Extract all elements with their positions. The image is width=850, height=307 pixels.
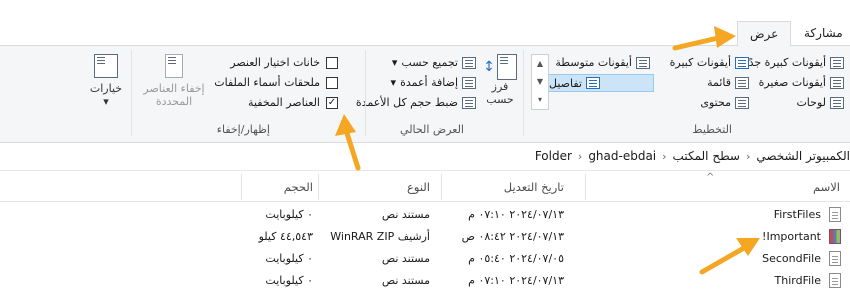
column-divider[interactable] <box>441 174 442 200</box>
hide-selected-icon <box>165 54 183 78</box>
size-columns-icon <box>462 96 476 109</box>
breadcrumb-separator-icon[interactable]: ‹ <box>746 150 750 163</box>
file-size: ٠ كيلوبايت <box>265 208 313 221</box>
text-file-icon <box>829 251 841 266</box>
column-header-date[interactable]: تاريخ التعديل <box>504 180 564 194</box>
file-date: ٢٠٢٤/٠٧/٠٥ ٠٥:٤٠ م <box>468 252 564 265</box>
file-name: ThirdFile <box>774 274 821 287</box>
tiles-icon <box>830 96 844 109</box>
sort-arrows-icon: ↕ <box>483 59 495 75</box>
file-name: FirstFiles <box>773 208 821 221</box>
add-columns-button[interactable]: إضافة أعمدة ▾ <box>391 76 476 89</box>
file-date: ٢٠٢٤/٠٧/١٣ ٠٧:١٠ م <box>468 208 564 221</box>
breadcrumb-separator-icon[interactable]: ‹ <box>662 150 666 163</box>
dropdown-caret-icon: ▾ <box>391 56 398 69</box>
file-size: ٠ كيلوبايت <box>265 274 313 287</box>
expand-gallery-icon[interactable]: ▾ <box>532 91 548 109</box>
show-hide-group-label: إظهار/إخفاء <box>216 123 270 136</box>
scroll-up-icon[interactable]: ▲ <box>532 55 548 73</box>
layout-group-label: التخطيط <box>692 123 732 136</box>
layout-extra-large-icons[interactable]: أيقونات كبيرة جدًا <box>746 56 844 69</box>
file-size: ٠ كيلوبايت <box>265 252 313 265</box>
breadcrumb-item[interactable]: الكمبيوتر الشخصي <box>756 149 850 163</box>
group-by-button[interactable]: تجميع حسب ▾ <box>392 56 476 69</box>
sort-by-button[interactable]: ↕ فرز حسب <box>480 54 520 106</box>
column-header-type[interactable]: النوع <box>407 180 430 194</box>
group-divider <box>131 50 132 136</box>
item-checkboxes-toggle[interactable]: خانات اختيار العنصر <box>230 56 338 69</box>
file-type: مستند نص <box>381 274 430 287</box>
layout-tiles[interactable]: لوحات <box>796 96 844 109</box>
address-bar[interactable]: الكمبيوتر الشخصي ‹ سطح المكتب ‹ ghad-ebd… <box>0 143 850 171</box>
hide-selected-items-button[interactable]: إخفاء العناصر المحددة <box>140 54 208 108</box>
file-date: ٢٠٢٤/٠٧/١٣ ٠٨:٤٢ ص <box>461 230 564 243</box>
file-type: مستند نص <box>381 252 430 265</box>
chevron-up-icon: ^ <box>706 172 715 183</box>
file-name: SecondFile <box>762 252 821 265</box>
annotation-arrow-icon <box>699 238 760 275</box>
layout-details-selected[interactable]: تفاصيل <box>548 74 654 92</box>
text-file-icon <box>829 273 841 288</box>
file-row[interactable]: FirstFiles ٢٠٢٤/٠٧/١٣ ٠٧:١٠ م مستند نص ٠… <box>0 204 850 227</box>
layout-small-icons[interactable]: أيقونات صغيرة <box>759 76 844 89</box>
size-all-columns-button[interactable]: ضبط حجم كل الأعمدة <box>356 96 476 109</box>
medium-icons-icon <box>636 56 650 69</box>
scroll-down-icon[interactable]: ▼ <box>532 73 548 91</box>
column-header-name[interactable]: الاسم <box>813 180 840 194</box>
sort-grid-icon <box>496 54 517 80</box>
group-divider <box>523 50 524 136</box>
breadcrumb-item[interactable]: سطح المكتب <box>673 149 740 163</box>
text-file-icon <box>829 207 841 222</box>
tab-view[interactable]: عرض <box>737 21 791 47</box>
add-columns-icon <box>462 76 476 89</box>
column-divider[interactable] <box>241 174 242 200</box>
layout-list[interactable]: قائمة <box>707 76 749 89</box>
annotation-arrow-icon <box>335 114 361 171</box>
group-by-icon <box>462 56 476 69</box>
breadcrumb: الكمبيوتر الشخصي ‹ سطح المكتب ‹ ghad-ebd… <box>535 149 850 163</box>
layout-content[interactable]: محتوى <box>700 96 749 109</box>
annotation-arrow-icon <box>672 26 736 51</box>
details-icon <box>585 77 600 89</box>
layout-medium-icons[interactable]: أيقونات متوسطة <box>555 56 650 69</box>
breadcrumb-separator-icon[interactable]: ‹ <box>578 150 582 163</box>
dropdown-caret-icon: ▾ <box>390 76 397 89</box>
list-icon <box>735 76 749 89</box>
file-size: ٤٤,٥٤٣ كيلو <box>258 230 313 243</box>
file-type: مستند نص <box>381 208 430 221</box>
file-name: Important! <box>762 230 821 243</box>
file-date: ٢٠٢٤/٠٧/١٣ ٠٧:١٠ م <box>468 274 564 287</box>
breadcrumb-item[interactable]: ghad-ebdai <box>588 149 656 163</box>
dropdown-caret-icon: ▾ <box>103 95 109 108</box>
checkbox-unchecked[interactable] <box>326 56 338 69</box>
small-icons-icon <box>830 76 844 89</box>
hidden-items-toggle[interactable]: ✓ العناصر المخفية <box>248 96 338 109</box>
options-icon <box>94 54 118 78</box>
zip-archive-icon <box>829 229 841 244</box>
extra-large-icons-icon <box>830 56 844 69</box>
current-view-group-label: العرض الحالي <box>400 123 464 136</box>
tab-share[interactable]: مشاركة <box>792 21 850 47</box>
column-divider[interactable] <box>585 174 586 200</box>
checkbox-checked[interactable]: ✓ <box>326 96 338 109</box>
column-divider[interactable] <box>318 174 319 200</box>
column-header-size[interactable]: الحجم <box>284 180 313 194</box>
file-extensions-toggle[interactable]: ملحقات أسماء الملفات <box>214 76 338 89</box>
file-type: أرشيف WinRAR ZIP <box>330 230 430 243</box>
layout-scroll-box[interactable]: ▲ ▼ ▾ <box>531 54 549 110</box>
breadcrumb-item[interactable]: Folder <box>535 149 572 163</box>
checkbox-unchecked[interactable] <box>326 76 338 89</box>
column-header-row: ^ الاسم تاريخ التعديل النوع الحجم <box>0 172 850 202</box>
content-icon <box>735 96 749 109</box>
options-button[interactable]: خيارات ▾ <box>84 54 128 108</box>
